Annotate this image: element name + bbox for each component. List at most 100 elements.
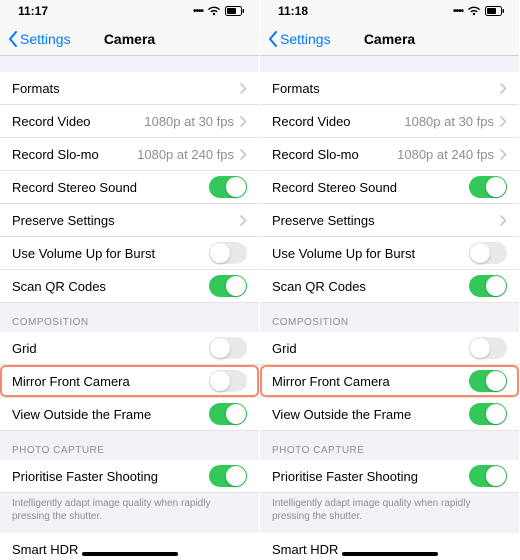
row-label: Record Slo-mo	[12, 147, 99, 162]
signal-dots-icon: ••••	[193, 6, 203, 17]
settings-list[interactable]: Formats Record Video 1080p at 30 fps Rec…	[260, 56, 519, 560]
row-stereo: Record Stereo Sound	[260, 171, 519, 204]
nav-bar: Settings Camera	[0, 22, 259, 56]
toggle-prioritise[interactable]	[469, 465, 507, 487]
section-header-photo-capture: PHOTO CAPTURE	[260, 431, 519, 460]
status-time: 11:18	[278, 4, 308, 18]
toggle-outside-frame[interactable]	[469, 403, 507, 425]
toggle-qr[interactable]	[209, 275, 247, 297]
row-record-slomo[interactable]: Record Slo-mo 1080p at 240 fps	[0, 138, 259, 171]
row-prioritise: Prioritise Faster Shooting	[0, 460, 259, 493]
status-bar: 11:17 ••••	[0, 0, 259, 22]
row-volume-burst: Use Volume Up for Burst	[0, 237, 259, 270]
row-qr: Scan QR Codes	[0, 270, 259, 303]
row-label: Record Stereo Sound	[12, 180, 137, 195]
chevron-left-icon	[268, 31, 278, 47]
row-label: Record Slo-mo	[272, 147, 359, 162]
status-bar: 11:18 ••••	[260, 0, 519, 22]
row-prioritise: Prioritise Faster Shooting	[260, 460, 519, 493]
nav-bar: Settings Camera	[260, 22, 519, 56]
section-footer-prioritise: Intelligently adapt image quality when r…	[260, 493, 519, 533]
toggle-mirror-front-camera[interactable]	[209, 370, 247, 392]
row-record-slomo[interactable]: Record Slo-mo 1080p at 240 fps	[260, 138, 519, 171]
row-outside-frame: View Outside the Frame	[260, 398, 519, 431]
toggle-prioritise[interactable]	[209, 465, 247, 487]
row-label: Mirror Front Camera	[12, 374, 130, 389]
toggle-stereo[interactable]	[209, 176, 247, 198]
row-label: View Outside the Frame	[272, 407, 411, 422]
section-footer-prioritise: Intelligently adapt image quality when r…	[0, 493, 259, 533]
chevron-right-icon	[500, 149, 507, 160]
section-header-photo-capture: PHOTO CAPTURE	[0, 431, 259, 460]
spacer	[260, 56, 519, 72]
row-preserve[interactable]: Preserve Settings	[0, 204, 259, 237]
toggle-outside-frame[interactable]	[209, 403, 247, 425]
phone-right: 11:18 •••• Settings Camera Formats Recor…	[260, 0, 520, 560]
wifi-icon	[207, 6, 221, 16]
row-volume-burst: Use Volume Up for Burst	[260, 237, 519, 270]
row-label: Record Stereo Sound	[272, 180, 397, 195]
toggle-grid[interactable]	[469, 337, 507, 359]
back-button[interactable]: Settings	[268, 31, 331, 47]
row-stereo: Record Stereo Sound	[0, 171, 259, 204]
section-header-composition: COMPOSITION	[260, 303, 519, 332]
row-grid: Grid	[260, 332, 519, 365]
row-formats[interactable]: Formats	[0, 72, 259, 105]
wifi-icon	[467, 6, 481, 16]
home-indicator[interactable]	[342, 552, 438, 556]
row-preserve[interactable]: Preserve Settings	[260, 204, 519, 237]
toggle-qr[interactable]	[469, 275, 507, 297]
status-right: ••••	[193, 6, 245, 17]
chevron-right-icon	[500, 215, 507, 226]
chevron-left-icon	[8, 31, 18, 47]
home-indicator[interactable]	[82, 552, 178, 556]
back-button[interactable]: Settings	[8, 31, 71, 47]
chevron-right-icon	[240, 149, 247, 160]
battery-icon	[225, 6, 245, 16]
row-label: Formats	[12, 81, 60, 96]
row-label: Scan QR Codes	[272, 279, 366, 294]
back-label: Settings	[280, 31, 331, 47]
toggle-stereo[interactable]	[469, 176, 507, 198]
row-mirror-front-camera: Mirror Front Camera	[0, 365, 259, 398]
row-label: Smart HDR	[272, 542, 338, 557]
battery-icon	[485, 6, 505, 16]
row-mirror-front-camera: Mirror Front Camera	[260, 365, 519, 398]
section-header-composition: COMPOSITION	[0, 303, 259, 332]
row-label: Prioritise Faster Shooting	[272, 469, 418, 484]
row-label: Use Volume Up for Burst	[272, 246, 415, 261]
row-outside-frame: View Outside the Frame	[0, 398, 259, 431]
row-label: Mirror Front Camera	[272, 374, 390, 389]
chevron-right-icon	[240, 83, 247, 94]
row-record-video[interactable]: Record Video 1080p at 30 fps	[0, 105, 259, 138]
status-time: 11:17	[18, 4, 48, 18]
chevron-right-icon	[500, 116, 507, 127]
row-label: Scan QR Codes	[12, 279, 106, 294]
chevron-right-icon	[500, 83, 507, 94]
row-label: Preserve Settings	[272, 213, 375, 228]
toggle-volume-burst[interactable]	[209, 242, 247, 264]
row-formats[interactable]: Formats	[260, 72, 519, 105]
row-record-video[interactable]: Record Video 1080p at 30 fps	[260, 105, 519, 138]
toggle-grid[interactable]	[209, 337, 247, 359]
row-qr: Scan QR Codes	[260, 270, 519, 303]
toggle-mirror-front-camera[interactable]	[469, 370, 507, 392]
phone-left: 11:17 •••• Settings Camera Formats Recor…	[0, 0, 260, 560]
row-label: Record Video	[12, 114, 91, 129]
row-label: Formats	[272, 81, 320, 96]
row-label: Record Video	[272, 114, 351, 129]
row-label: Preserve Settings	[12, 213, 115, 228]
row-label: Use Volume Up for Burst	[12, 246, 155, 261]
row-grid: Grid	[0, 332, 259, 365]
row-label: View Outside the Frame	[12, 407, 151, 422]
side-by-side-container: 11:17 •••• Settings Camera Formats Recor…	[0, 0, 520, 560]
row-label: Smart HDR	[12, 542, 78, 557]
chevron-right-icon	[240, 215, 247, 226]
chevron-right-icon	[240, 116, 247, 127]
status-right: ••••	[453, 6, 505, 17]
toggle-volume-burst[interactable]	[469, 242, 507, 264]
row-label: Grid	[272, 341, 297, 356]
settings-list[interactable]: Formats Record Video 1080p at 30 fps Rec…	[0, 56, 259, 560]
row-detail: 1080p at 240 fps	[397, 147, 494, 162]
row-detail: 1080p at 30 fps	[404, 114, 494, 129]
